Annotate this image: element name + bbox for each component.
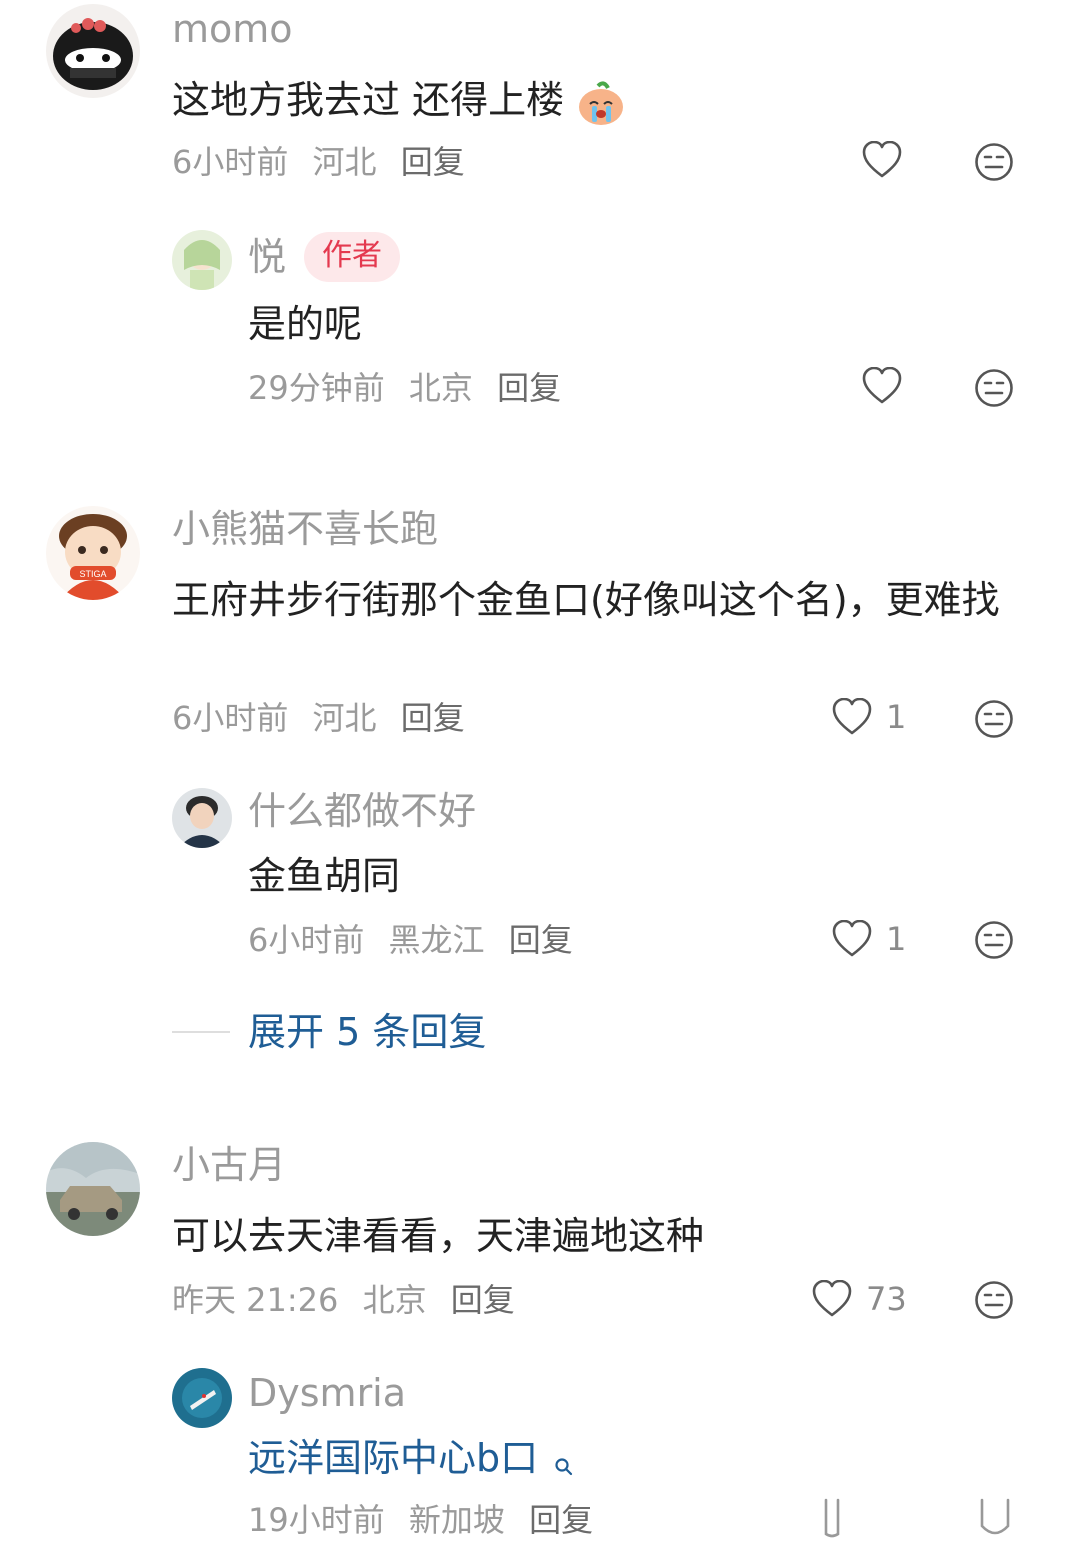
avatar-image [172,1368,232,1428]
reply-meta: 19小时前 新加坡 回复 [248,1500,593,1540]
dislike-button[interactable] [974,142,1014,182]
comment-time: 6小时前 [172,699,289,737]
comment-time: 6小时前 [172,143,289,181]
reply-button[interactable]: 回复 [451,1281,515,1319]
reply-location: 新加坡 [408,1501,505,1539]
avatar-image [172,788,232,848]
comment-text: 王府井步行街那个金鱼口(好像叫这个名)，更难找 [172,578,1000,622]
dislike-button[interactable] [978,1498,1012,1538]
dislike-button[interactable] [974,368,1014,408]
reply-meta: 6小时前 黑龙江 回复 [248,920,573,960]
heart-outline-icon [862,141,902,178]
search-link-text[interactable]: 远洋国际中心b口 [248,1436,538,1480]
like-count: 1 [886,698,907,736]
heart-outline-icon [812,1280,852,1317]
expand-divider [172,1031,230,1033]
reply-text[interactable]: 远洋国际中心b口 [248,1430,988,1492]
avatar-image [46,1142,140,1236]
reply-username[interactable]: 什么都做不好 [248,788,476,834]
avatar[interactable]: STIGA [46,506,140,600]
like-button[interactable] [862,367,902,405]
heart-outline-icon [832,698,872,735]
avatar-image [172,230,232,290]
reply-button[interactable]: 回复 [497,369,561,407]
neutral-face-icon [975,369,1013,407]
dislike-button[interactable] [974,920,1014,960]
reply-location: 黑龙江 [388,921,485,959]
avatar[interactable] [172,788,232,848]
like-button[interactable]: 1 [832,698,906,736]
reply-location: 北京 [408,369,473,407]
comment-text: 这地方我去过 还得上楼 [172,72,992,128]
reply-button[interactable]: 回复 [529,1501,593,1539]
heart-outline-icon [832,920,872,957]
reply-meta: 29分钟前 北京 回复 [248,368,561,408]
like-button[interactable]: 1 [832,920,906,958]
like-button[interactable] [862,141,902,179]
expand-replies-button[interactable]: 展开 5 条回复 [248,1007,486,1057]
comment-username[interactable]: 小古月 [172,1142,286,1188]
comment-meta: 昨天 21:26 北京 回复 [172,1280,515,1320]
comment-location: 河北 [312,143,377,181]
comment-text: 可以去天津看看，天津遍地这种 [172,1214,705,1258]
reply-text: 是的呢 [248,302,363,346]
like-button[interactable]: 73 [812,1280,907,1318]
reply-text: 金鱼胡同 [248,854,401,898]
comment-username[interactable]: momo [172,6,293,52]
reply-username[interactable]: Dysmria [248,1370,406,1416]
comment-meta: 6小时前 河北 回复 [172,142,465,182]
comment-location: 河北 [312,699,377,737]
neutral-face-icon [980,1498,1010,1535]
avatar[interactable] [46,4,140,98]
like-count: 1 [886,920,907,958]
svg-text:STIGA: STIGA [79,569,106,579]
like-button[interactable] [822,1498,842,1538]
reply-time: 29分钟前 [248,369,385,407]
neutral-face-icon [975,700,1013,738]
reply-username[interactable]: 悦 [248,234,286,280]
avatar[interactable] [172,1368,232,1428]
dislike-button[interactable] [974,1280,1014,1320]
like-count: 73 [866,1280,907,1318]
heart-outline-icon [824,1498,840,1538]
avatar[interactable] [172,230,232,290]
reply-button[interactable]: 回复 [401,699,465,737]
comment-time: 昨天 21:26 [172,1281,339,1319]
search-icon[interactable] [554,1436,574,1492]
comment-username[interactable]: 小熊猫不喜长跑 [172,506,438,552]
reply-button[interactable]: 回复 [509,921,573,959]
comment-location: 北京 [362,1281,427,1319]
avatar[interactable] [46,1142,140,1236]
avatar-image [46,4,140,98]
heart-outline-icon [862,367,902,404]
avatar-image: STIGA [46,506,140,600]
neutral-face-icon [975,921,1013,959]
neutral-face-icon [975,1281,1013,1319]
author-badge: 作者 [304,232,400,282]
dislike-button[interactable] [974,699,1014,739]
neutral-face-icon [975,143,1013,181]
crying-sticker-icon [576,80,626,126]
reply-button[interactable]: 回复 [401,143,465,181]
reply-time: 19小时前 [248,1501,385,1539]
comment-meta: 6小时前 河北 回复 [172,698,465,738]
reply-time: 6小时前 [248,921,365,959]
